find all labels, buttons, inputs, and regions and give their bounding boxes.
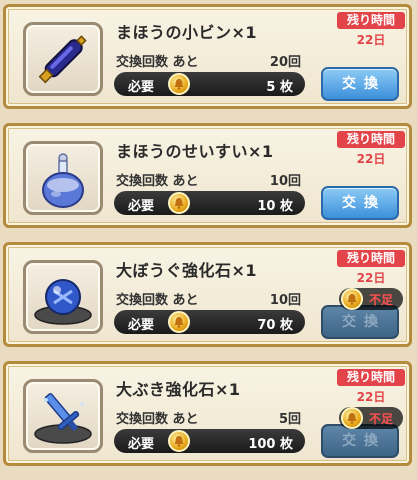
bell-coin-icon	[168, 430, 190, 452]
exchange-count-value: 5回	[278, 412, 301, 427]
cost-label: 必要	[128, 437, 155, 452]
exchange-item-card: まほうのせいすい×1 交換回数 あと 10回 必要 10 枚 残り時間 22日 …	[3, 123, 412, 228]
exchange-button[interactable]: 交換	[321, 186, 399, 220]
item-name: 大ぶき強化石×1	[116, 380, 241, 399]
remaining-time-value: 22日	[356, 390, 386, 404]
exchange-count-label: 交換回数 あと	[116, 293, 199, 308]
cost-value: 100 枚	[248, 437, 293, 452]
cost-label: 必要	[128, 199, 155, 214]
cost-bar: 必要 5 枚	[114, 72, 305, 96]
shortage-badge: 不足	[339, 407, 403, 429]
exchange-item-card: まほうの小ビン×1 交換回数 あと 20回 必要 5 枚 残り時間 22日 交換	[3, 4, 412, 109]
bell-coin-icon	[168, 311, 190, 333]
shortage-badge: 不足	[339, 288, 403, 310]
cost-value: 70 枚	[257, 318, 293, 333]
exchange-item-card: 大ぶき強化石×1 交換回数 あと 5回 必要 100 枚 残り時間 22日 交換…	[3, 361, 412, 466]
bell-coin-icon	[168, 73, 190, 95]
cost-bar: 必要 70 枚	[114, 310, 305, 334]
remaining-time-label: 残り時間	[337, 369, 405, 386]
holy-water-icon	[42, 153, 84, 208]
remaining-time-label: 残り時間	[337, 250, 405, 267]
armor-stone-icon	[34, 279, 92, 325]
remaining-time-value: 22日	[356, 152, 386, 166]
remaining-time-value: 22日	[356, 33, 386, 47]
exchange-item-card: 大ぼうぐ強化石×1 交換回数 あと 10回 必要 70 枚 残り時間 22日 交…	[3, 242, 412, 347]
exchange-button[interactable]: 交換	[321, 424, 399, 458]
cost-value: 10 枚	[257, 199, 293, 214]
exchange-count-value: 20回	[269, 55, 301, 70]
bell-coin-icon	[341, 288, 363, 310]
remaining-time-value: 22日	[356, 271, 386, 285]
shortage-label: 不足	[369, 412, 394, 426]
bell-coin-icon	[168, 192, 190, 214]
remaining-time-label: 残り時間	[337, 131, 405, 148]
item-thumbnail	[23, 22, 103, 96]
shortage-label: 不足	[369, 293, 394, 307]
cost-value: 5 枚	[266, 80, 293, 95]
cost-bar: 必要 100 枚	[114, 429, 305, 453]
exchange-count-label: 交換回数 あと	[116, 55, 199, 70]
exchange-count-label: 交換回数 あと	[116, 412, 199, 427]
item-name: 大ぼうぐ強化石×1	[116, 261, 258, 280]
item-name: まほうの小ビン×1	[116, 23, 258, 42]
exchange-count-label: 交換回数 あと	[116, 174, 199, 189]
remaining-time-label: 残り時間	[337, 12, 405, 29]
exchange-button[interactable]: 交換	[321, 67, 399, 101]
cost-label: 必要	[128, 80, 155, 95]
cost-label: 必要	[128, 318, 155, 333]
exchange-count-value: 10回	[269, 293, 301, 308]
exchange-count-value: 10回	[269, 174, 301, 189]
weapon-stone-icon	[34, 393, 92, 444]
item-name: まほうのせいすい×1	[116, 142, 274, 161]
magic-bottle-icon	[38, 35, 87, 84]
item-thumbnail	[23, 141, 103, 215]
exchange-list: まほうの小ビン×1 交換回数 あと 20回 必要 5 枚 残り時間 22日 交換…	[0, 0, 417, 480]
item-thumbnail	[23, 260, 103, 334]
bell-coin-icon	[341, 407, 363, 429]
cost-bar: 必要 10 枚	[114, 191, 305, 215]
item-thumbnail	[23, 379, 103, 453]
exchange-button[interactable]: 交換	[321, 305, 399, 339]
